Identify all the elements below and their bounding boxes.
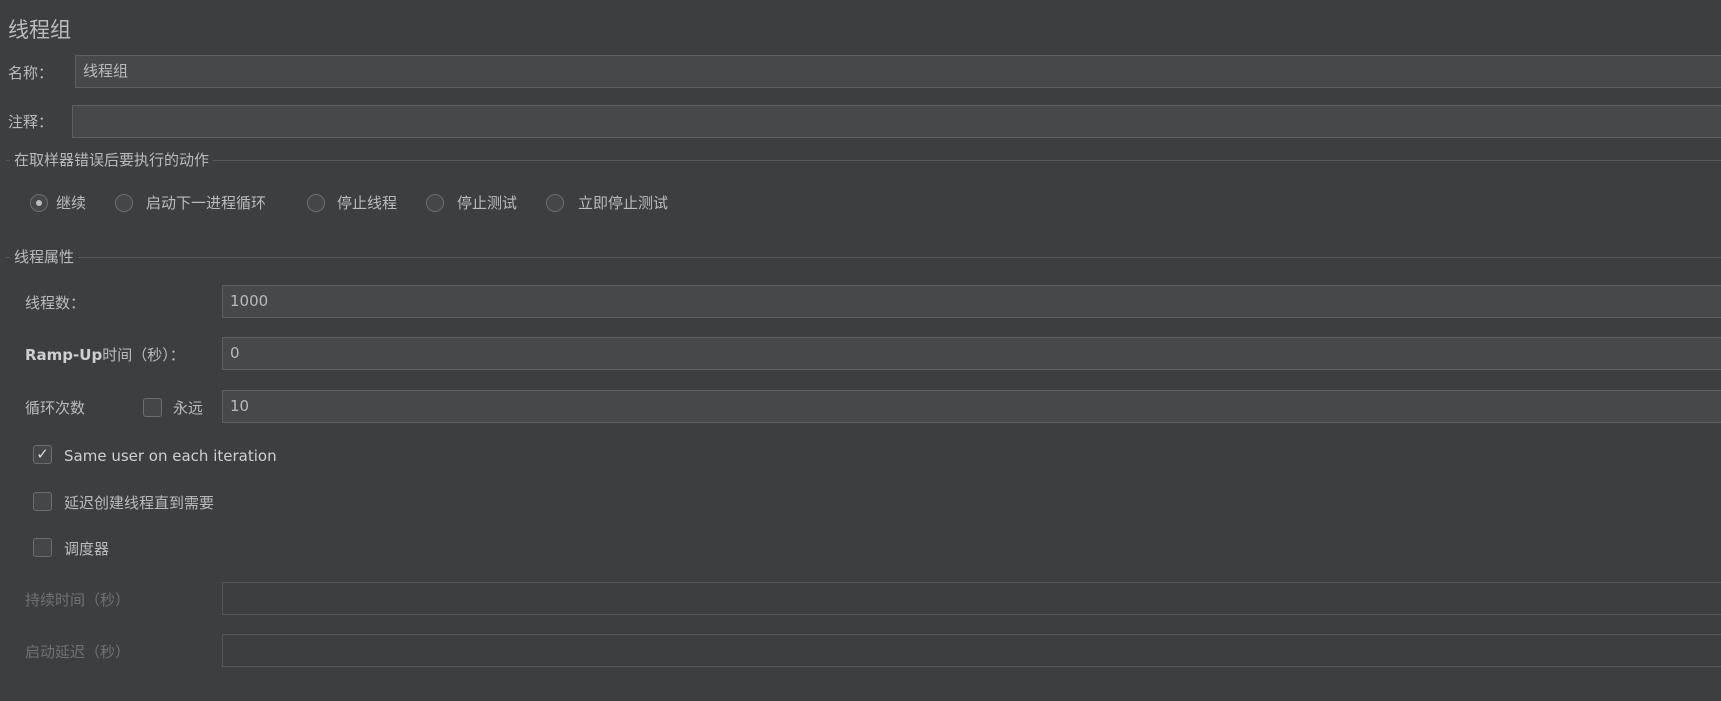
rampup-label-text: 时间（秒）：: [102, 346, 185, 364]
forever-label: 永远: [173, 399, 204, 417]
error-action-divider: [6, 160, 1721, 161]
duration-label: 持续时间（秒）: [25, 591, 131, 609]
forever-checkbox[interactable]: [143, 398, 162, 417]
threads-label: 线程数：: [25, 294, 86, 312]
radio-start-next-loop[interactable]: [115, 194, 133, 212]
check-icon: ✓: [36, 445, 49, 463]
comment-input[interactable]: [72, 105, 1721, 138]
error-action-section-title: 在取样器错误后要执行的动作: [10, 150, 214, 170]
thread-props-divider: [6, 257, 1721, 258]
rampup-label-bold: Ramp-Up: [25, 346, 103, 364]
same-user-checkbox[interactable]: ✓: [33, 445, 52, 464]
radio-stop-thread[interactable]: [307, 194, 325, 212]
delay-create-checkbox[interactable]: [33, 492, 52, 511]
loop-count-input[interactable]: 10: [222, 390, 1721, 423]
startup-delay-input[interactable]: [222, 634, 1721, 667]
duration-input[interactable]: [222, 582, 1721, 615]
loop-label: 循环次数: [25, 399, 86, 417]
radio-stop-thread-label: 停止线程: [337, 194, 398, 212]
same-user-label: Same user on each iteration: [64, 447, 277, 465]
scheduler-label: 调度器: [64, 540, 110, 558]
radio-stop-test[interactable]: [426, 194, 444, 212]
name-label: 名称：: [8, 64, 54, 82]
radio-stop-test-now-label: 立即停止测试: [578, 194, 669, 212]
delay-create-label: 延迟创建线程直到需要: [64, 494, 215, 512]
thread-props-section-title: 线程属性: [10, 247, 79, 267]
radio-stop-test-now[interactable]: [546, 194, 564, 212]
name-input[interactable]: 线程组: [75, 55, 1721, 88]
startup-delay-label: 启动延迟（秒）: [25, 643, 131, 661]
radio-start-next-loop-label: 启动下一进程循环: [146, 194, 267, 212]
rampup-input[interactable]: 0: [222, 337, 1721, 370]
rampup-label: Ramp-Up时间（秒）：: [25, 345, 185, 365]
comment-label: 注释：: [8, 113, 54, 131]
radio-continue-label: 继续: [56, 194, 87, 212]
threads-input[interactable]: 1000: [222, 285, 1721, 318]
radio-continue[interactable]: [30, 194, 48, 212]
radio-stop-test-label: 停止测试: [457, 194, 518, 212]
scheduler-checkbox[interactable]: [33, 538, 52, 557]
page-title: 线程组: [8, 18, 71, 42]
